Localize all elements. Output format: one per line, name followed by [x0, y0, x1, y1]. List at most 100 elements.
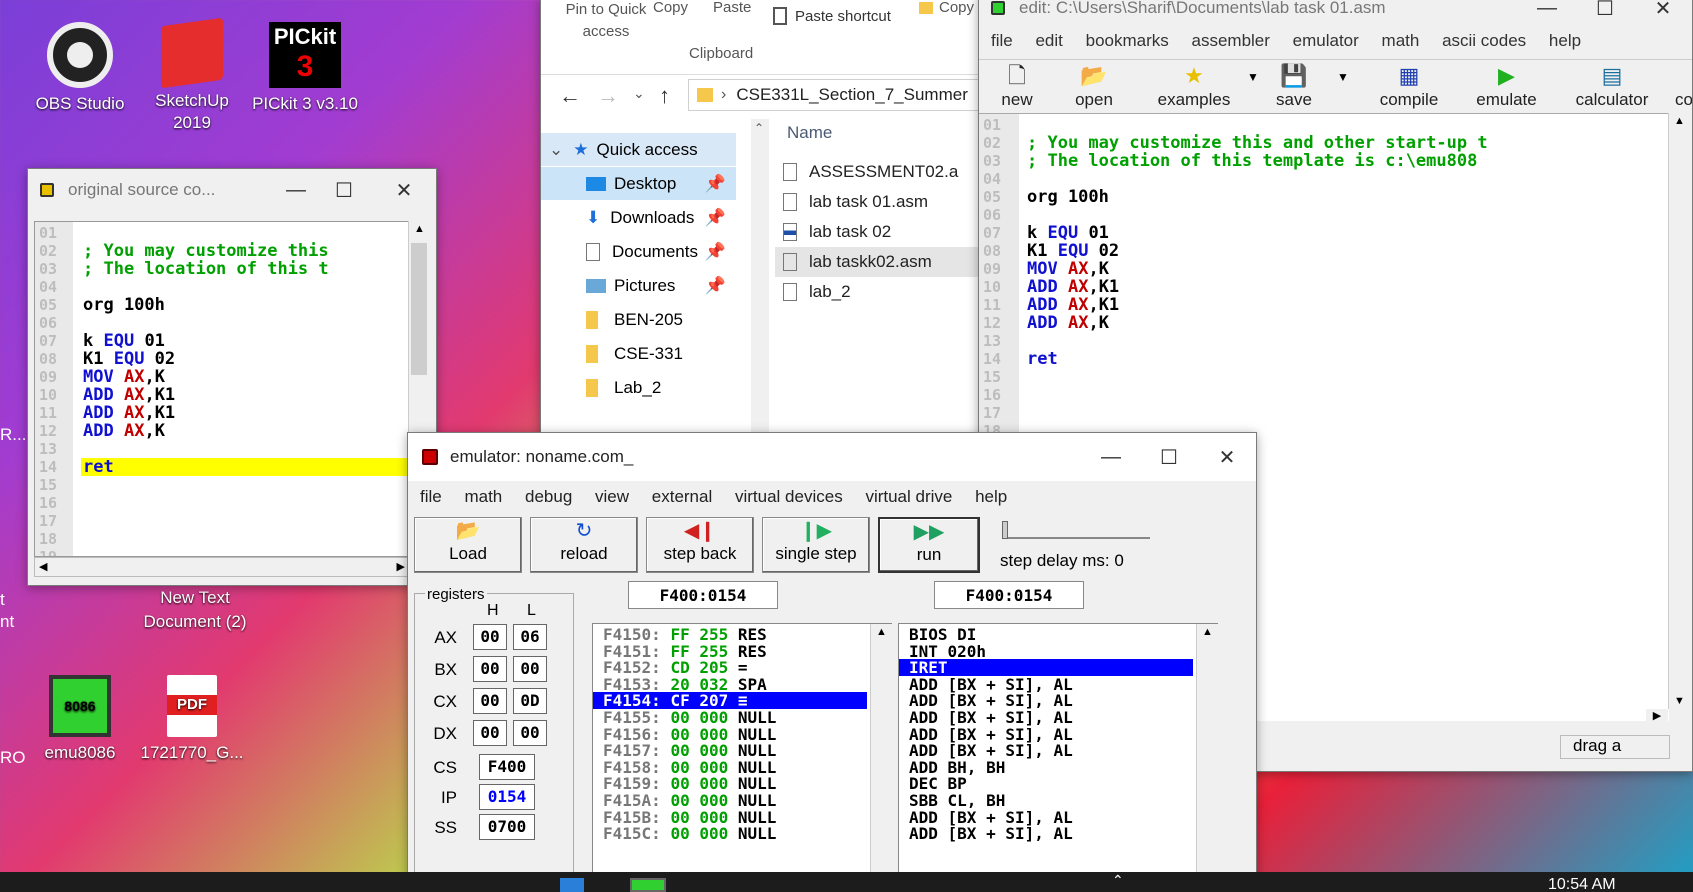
- register-ip-value[interactable]: 0154: [479, 784, 535, 810]
- menu-virtual-devices[interactable]: virtual devices: [735, 487, 843, 506]
- open-button[interactable]: 📂 open: [1059, 62, 1129, 110]
- menu-math[interactable]: math: [464, 487, 502, 506]
- disassembly-row[interactable]: DEC BP: [899, 775, 1217, 793]
- desktop-icon-pdf[interactable]: PDF 1721770_G...: [137, 675, 247, 763]
- scroll-up-icon[interactable]: ▲: [1674, 115, 1685, 127]
- disassembly-row[interactable]: ADD [BX + SI], AL: [899, 676, 1217, 693]
- source-horizontal-scrollbar[interactable]: ◀ ▶: [34, 557, 410, 577]
- taskbar-app-icon[interactable]: [560, 878, 584, 892]
- memory-row[interactable]: F4151: FF 255 RES: [593, 643, 891, 660]
- maximize-button[interactable]: ☐: [320, 169, 368, 211]
- desktop-icon-new-text-doc[interactable]: New Text Document (2): [135, 586, 255, 634]
- examples-button[interactable]: ★ examples: [1144, 62, 1244, 110]
- menu-external[interactable]: external: [652, 487, 712, 506]
- menu-ascii-codes[interactable]: ascii codes: [1442, 31, 1526, 50]
- disassembly-row[interactable]: ADD BH, BH: [899, 759, 1217, 776]
- copy-button[interactable]: Copy: [653, 0, 688, 16]
- desktop-icon-sketchup[interactable]: SketchUp 2019: [137, 17, 247, 134]
- file-item[interactable]: lab task 01.asm: [783, 187, 928, 217]
- back-arrow-icon[interactable]: ←: [559, 83, 581, 109]
- nav-quick-access[interactable]: ⌄ ★ Quick access: [541, 133, 736, 166]
- menu-view[interactable]: view: [595, 487, 629, 506]
- disassembly-row[interactable]: ADD [BX + SI], AL: [899, 742, 1217, 759]
- disassembly-row[interactable]: ADD [BX + SI], AL: [899, 692, 1217, 710]
- memory-row[interactable]: F4158: 00 000 NULL: [593, 759, 891, 776]
- load-button[interactable]: 📂 Load: [414, 517, 522, 573]
- memory-row[interactable]: F4157: 00 000 NULL: [593, 742, 891, 759]
- address-bar[interactable]: › CSE331L_Section_7_Summer: [688, 79, 979, 111]
- single-step-button[interactable]: ❙▶ single step: [762, 517, 870, 573]
- register-bx-high[interactable]: 00: [473, 656, 507, 682]
- memory-row[interactable]: F4152: CD 205 =: [593, 659, 891, 676]
- menu-help[interactable]: help: [1549, 31, 1581, 50]
- maximize-button[interactable]: ☐: [1140, 433, 1198, 481]
- forward-arrow-icon[interactable]: →: [597, 83, 619, 109]
- scroll-left-icon[interactable]: ◀: [39, 560, 47, 573]
- paste-shortcut-button[interactable]: Paste shortcut: [773, 7, 891, 25]
- save-dropdown-icon[interactable]: ▼: [1337, 70, 1349, 84]
- menu-bookmarks[interactable]: bookmarks: [1086, 31, 1169, 50]
- register-ss-value[interactable]: 0700: [479, 814, 535, 840]
- disassembly-row[interactable]: ADD [BX + SI], AL: [899, 825, 1217, 842]
- menu-debug[interactable]: debug: [525, 487, 572, 506]
- memory-row[interactable]: F4154: CF 207 ≡: [593, 692, 867, 709]
- tray-chevron-up-icon[interactable]: ⌃: [1112, 872, 1124, 889]
- slider-thumb[interactable]: [1002, 521, 1008, 539]
- taskbar-emu8086-icon[interactable]: [630, 878, 666, 892]
- memory-row[interactable]: F415C: 00 000 NULL: [593, 825, 891, 842]
- run-button[interactable]: ▶▶ run: [878, 517, 980, 573]
- register-cx-low[interactable]: 0D: [513, 688, 547, 714]
- memory-row[interactable]: F4156: 00 000 NULL: [593, 726, 891, 743]
- disassembly-row[interactable]: ADD [BX + SI], AL: [899, 709, 1217, 726]
- register-cx-high[interactable]: 00: [473, 688, 507, 714]
- examples-dropdown-icon[interactable]: ▼: [1247, 70, 1259, 84]
- memory-row[interactable]: F4150: FF 255 RES: [593, 626, 891, 643]
- menu-file[interactable]: file: [991, 31, 1013, 50]
- register-cs-value[interactable]: F400: [479, 754, 535, 780]
- register-ax-low[interactable]: 06: [513, 624, 547, 650]
- disassembly-row[interactable]: SBB CL, BH: [899, 792, 1217, 809]
- close-button[interactable]: ✕: [1198, 433, 1256, 481]
- emulate-button[interactable]: ▶ emulate: [1464, 62, 1549, 110]
- reload-button[interactable]: ↻ reload: [530, 517, 638, 573]
- calculator-button[interactable]: ▤ calculator: [1562, 62, 1662, 110]
- nav-documents[interactable]: Documents 📌: [541, 235, 736, 268]
- memory-scrollbar[interactable]: ▲: [870, 624, 892, 891]
- paste-button[interactable]: Paste: [713, 0, 751, 16]
- menu-emulator[interactable]: emulator: [1293, 31, 1359, 50]
- file-item[interactable]: ASSESSMENT02.a: [783, 157, 958, 187]
- column-header-name[interactable]: Name: [787, 123, 832, 143]
- nav-ben-205[interactable]: BEN-205: [541, 303, 736, 336]
- up-arrow-icon[interactable]: ↑: [659, 83, 670, 109]
- taskbar-clock[interactable]: 10:54 AM: [1548, 876, 1616, 892]
- step-delay-slider[interactable]: [1002, 521, 1150, 539]
- desktop-icon-emu8086[interactable]: 8086 emu8086: [25, 675, 135, 763]
- chevron-down-icon[interactable]: ⌄: [633, 85, 645, 102]
- nav-desktop[interactable]: Desktop 📌: [541, 167, 736, 200]
- minimize-button[interactable]: —: [1082, 433, 1140, 481]
- desktop-icon-obs[interactable]: OBS Studio: [25, 22, 135, 114]
- maximize-button[interactable]: ☐: [1576, 0, 1634, 23]
- register-ax-high[interactable]: 00: [473, 624, 507, 650]
- disassembly-row[interactable]: ADD [BX + SI], AL: [899, 809, 1217, 826]
- disassembly-row[interactable]: BIOS DI: [899, 626, 1217, 643]
- compile-button[interactable]: ▦ compile: [1364, 62, 1454, 110]
- disassembly-list[interactable]: BIOS DI INT 020h IRET ADD [BX + SI], AL ADD …: [898, 623, 1218, 891]
- pin-to-quick-access-button[interactable]: Pin to Quick access: [551, 0, 661, 43]
- close-button[interactable]: ✕: [380, 169, 428, 211]
- minimize-button[interactable]: —: [272, 169, 320, 211]
- memory-row[interactable]: F4153: 20 032 SPA: [593, 676, 891, 693]
- save-button[interactable]: 💾 save: [1264, 62, 1324, 110]
- scroll-up-icon[interactable]: ▲: [414, 223, 425, 235]
- convertor-button[interactable]: co: [1669, 62, 1692, 110]
- disassembly-row[interactable]: ADD [BX + SI], AL: [899, 726, 1217, 743]
- minimize-button[interactable]: —: [1518, 0, 1576, 23]
- memory-row[interactable]: F415B: 00 000 NULL: [593, 809, 891, 826]
- address-field-left[interactable]: F400:0154: [628, 581, 778, 609]
- disassembly-row[interactable]: INT 020h: [899, 643, 1217, 660]
- desktop-icon-pickit[interactable]: PICkit 3 PICkit 3 v3.10: [245, 22, 365, 114]
- menu-help[interactable]: help: [975, 487, 1007, 506]
- disassembly-scrollbar[interactable]: ▲: [1196, 624, 1218, 891]
- nav-downloads[interactable]: ⬇ Downloads 📌: [541, 201, 736, 234]
- menu-file[interactable]: file: [420, 487, 442, 506]
